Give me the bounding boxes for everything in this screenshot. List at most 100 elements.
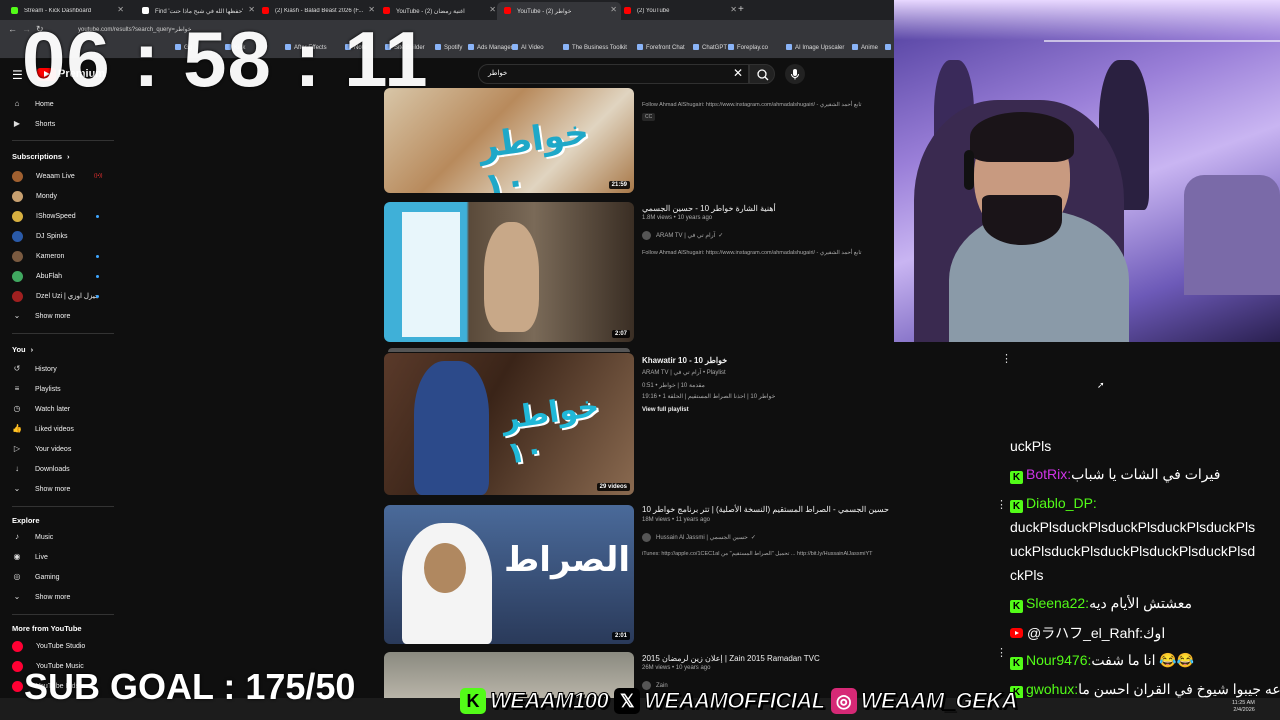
- kick-icon: K: [460, 688, 486, 714]
- close-tab-icon[interactable]: ✕: [117, 5, 124, 14]
- chat-message: K Nour9476:انا ما شفت 😂😂: [1010, 652, 1194, 670]
- sidebar-item-label: History: [35, 365, 57, 373]
- chat-text: جماعه جيبوا شيوخ في القران احسن ما: [1078, 681, 1280, 697]
- sidebar-item-label: Music: [35, 533, 54, 541]
- sidebar-item-label: Dzel Uzi | جيزل اوزي: [36, 293, 100, 300]
- bookmark-item[interactable]: ChatGPT: [693, 44, 727, 51]
- cc-badge: CC: [642, 113, 656, 121]
- bookmark-item[interactable]: Anime: [852, 44, 878, 51]
- playlist-title[interactable]: Khawatir 10 - خواطر 10: [642, 356, 727, 365]
- sidebar-item[interactable]: AbuFlah: [12, 269, 62, 283]
- sidebar-item-label: DJ Spinks: [36, 232, 68, 240]
- watch-later-icon: ◷: [13, 404, 21, 413]
- search-button[interactable]: [749, 64, 775, 84]
- tab-favicon-icon: [504, 7, 511, 14]
- sidebar-item[interactable]: Dzel Uzi | جيزل اوزي: [12, 289, 99, 303]
- sidebar-item[interactable]: Mondy: [12, 189, 57, 203]
- playlist-stack-edge: [388, 348, 630, 352]
- video-title[interactable]: حسين الجسمي - الصراط المستقيم (النسخة ال…: [642, 505, 889, 514]
- video-meta: 18M views • 11 years ago: [642, 517, 711, 523]
- sidebar-item[interactable]: Kameron: [12, 249, 64, 263]
- sidebar-item[interactable]: Weaam Live: [12, 169, 75, 183]
- chat-username[interactable]: gwohux:: [1026, 681, 1078, 697]
- chat-username[interactable]: Sleena22:: [1026, 595, 1089, 611]
- chat-text: معشتش الأيام ديه: [1089, 595, 1192, 611]
- bookmark-item[interactable]: Ads Manager: [468, 44, 513, 51]
- back-icon[interactable]: ←: [8, 24, 17, 34]
- new-tab-icon[interactable]: +: [738, 4, 744, 15]
- sofa: [1184, 175, 1280, 295]
- search-input[interactable]: [478, 64, 749, 84]
- video-thumbnail[interactable]: الصراط 2:01: [384, 505, 634, 644]
- browser-tab[interactable]: (2) YouTube ✕: [617, 2, 741, 20]
- clear-search-icon[interactable]: ✕: [733, 66, 743, 80]
- chat-more-icon[interactable]: ⋮: [1001, 352, 1012, 365]
- chat-username[interactable]: @ラハフ_el_Rahf:: [1027, 625, 1143, 641]
- browser-tab[interactable]: YouTube - خواطر (2) ✕: [497, 2, 621, 20]
- sidebar-item[interactable]: ↺ History: [12, 362, 57, 376]
- bookmark-item[interactable]: Foreplay.co: [728, 44, 768, 51]
- sidebar-item[interactable]: YouTube Studio: [12, 639, 85, 653]
- bookmark-item[interactable]: AI Video: [512, 44, 544, 51]
- message-more-icon[interactable]: ⋮: [996, 498, 1007, 511]
- chat-username[interactable]: Diablo_DP:: [1026, 495, 1097, 511]
- channel-avatar: [12, 230, 23, 242]
- close-tab-icon[interactable]: ✕: [730, 5, 737, 14]
- sidebar-item[interactable]: ↓ Downloads: [12, 462, 70, 476]
- bookmark-item[interactable]: Spotify: [435, 44, 462, 51]
- you-header[interactable]: You ›: [12, 345, 33, 354]
- stream-timer: 06 : 58 : 11: [22, 15, 429, 103]
- chat-username[interactable]: Nour9476:: [1026, 652, 1091, 668]
- video-description: iTunes: http://apple.co/1CEC1al تحميل "ا…: [642, 551, 873, 557]
- clock-date: 2/4/2026: [1233, 707, 1255, 713]
- sidebar-item[interactable]: IShowSpeed: [12, 209, 76, 223]
- show-more-button[interactable]: ⌄ Show more: [12, 482, 71, 496]
- sidebar-item[interactable]: ▶ Shorts: [12, 117, 55, 131]
- microphone-icon: [791, 69, 799, 80]
- video-channel[interactable]: ARAM TV | آرام تي في ✓: [642, 231, 723, 240]
- tab-favicon-icon: [142, 7, 149, 14]
- tab-label: (2) YouTube: [637, 8, 670, 14]
- sidebar-item[interactable]: 👍 Liked videos: [12, 422, 74, 436]
- subscriptions-header[interactable]: Subscriptions ›: [12, 152, 70, 161]
- bookmark-item[interactable]: The Business Toolkit: [563, 44, 627, 51]
- video-title[interactable]: أهنية الشارة خواطر 10 - حسين الجسمي: [642, 204, 776, 213]
- sidebar-item[interactable]: ◎ Gaming: [12, 570, 60, 584]
- chevron-right-icon: ›: [67, 152, 70, 161]
- video-meta: 1.8M views • 10 years ago: [642, 215, 713, 221]
- streamer-hair: [970, 112, 1074, 162]
- sidebar-item[interactable]: ▷ Your videos: [12, 442, 71, 456]
- voice-search-button[interactable]: [785, 64, 805, 84]
- shorts-icon: ▶: [13, 119, 21, 128]
- show-more-button[interactable]: ⌄ Show more: [12, 590, 71, 604]
- sidebar-item[interactable]: ◉ Live: [12, 550, 48, 564]
- close-tab-icon[interactable]: ✕: [610, 5, 617, 14]
- your-videos-icon: ▷: [13, 444, 21, 453]
- show-more-button[interactable]: ⌄ Show more: [12, 309, 71, 323]
- playlist-item[interactable]: 19:16 • 1 خواطر 10 | احذنا الصراط المستق…: [642, 393, 775, 400]
- sidebar-item-label: Mondy: [36, 192, 58, 200]
- video-title[interactable]: 2015 إعلان زين لرمضان | Zain 2015 Ramada…: [642, 654, 820, 663]
- bookmark-item[interactable]: Forefront Chat: [637, 44, 685, 51]
- chat-text: uckPlsduckPlsduckPlsduckPlsduckPlsd: [1010, 543, 1256, 559]
- sidebar-item[interactable]: ≡ Playlists: [12, 382, 61, 396]
- sidebar-item[interactable]: ◷ Watch later: [12, 402, 71, 416]
- close-tab-icon[interactable]: ✕: [489, 5, 496, 14]
- close-tab-icon[interactable]: ✕: [368, 5, 375, 14]
- playlist-item[interactable]: 0:51 • مقدمة 10 | خواطر: [642, 382, 705, 389]
- message-more-icon[interactable]: ⋮: [996, 646, 1007, 659]
- gaming-icon: ◎: [13, 572, 21, 581]
- sidebar-item-label: Shorts: [35, 120, 56, 128]
- video-channel[interactable]: Hussain Al Jassmi | حسين الجسمي ✓: [642, 533, 756, 542]
- close-tab-icon[interactable]: ✕: [248, 5, 255, 14]
- tab-favicon-icon: [624, 7, 631, 14]
- view-full-playlist-link[interactable]: View full playlist: [642, 407, 689, 413]
- bookmark-item[interactable]: AI Image Upscaler: [786, 44, 844, 51]
- chat-username[interactable]: BotRix:: [1026, 466, 1071, 482]
- playlist-thumbnail[interactable]: خواطر ١٠ 29 videos: [384, 353, 634, 495]
- chat-message: @ラハフ_el_Rahf:اوك: [1010, 623, 1165, 643]
- sidebar-item[interactable]: DJ Spinks: [12, 229, 68, 243]
- video-thumbnail[interactable]: 2:07: [384, 202, 634, 342]
- sidebar-item[interactable]: ♪ Music: [12, 530, 53, 544]
- sidebar-item-label: Your videos: [35, 445, 72, 453]
